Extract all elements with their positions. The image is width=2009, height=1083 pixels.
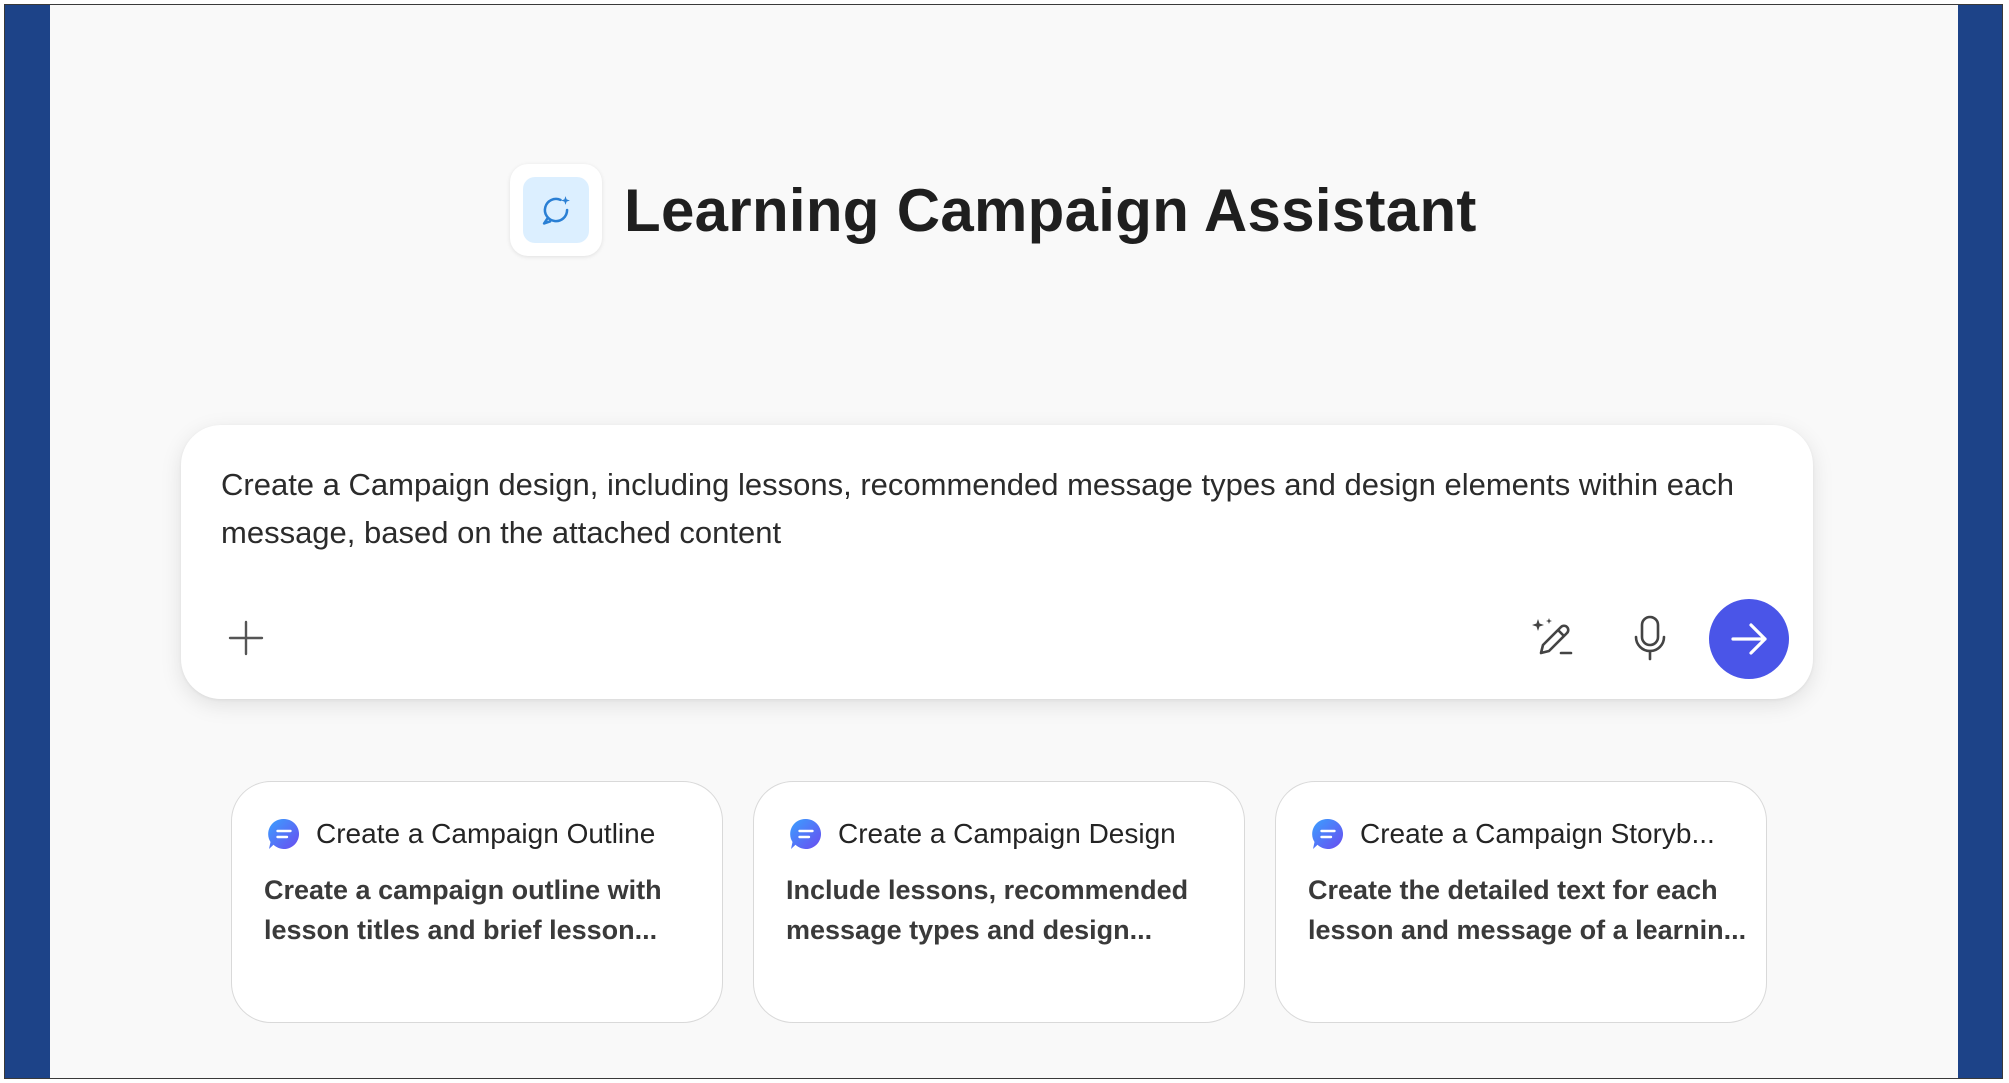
suggestion-card-design[interactable]: Create a Campaign Design Include lessons…: [753, 781, 1245, 1023]
magic-pen-icon: [1532, 618, 1573, 655]
suggestion-cards: Create a Campaign Outline Create a campa…: [231, 781, 1767, 1023]
enhance-prompt-button[interactable]: [1523, 609, 1581, 667]
chat-bubble-icon: [790, 818, 822, 849]
prompt-composer: Create a Campaign design, including less…: [181, 425, 1813, 699]
suggestion-card-header: Create a Campaign Storyb...: [1310, 816, 1715, 852]
suggestion-card-title: Create a Campaign Storyb...: [1360, 818, 1715, 849]
assistant-sparkle-icon: [523, 177, 589, 243]
suggestion-card-description: Create a campaign outline with lesson ti…: [264, 875, 662, 945]
left-accent-bar: [5, 5, 50, 1078]
suggestion-card-storyboard[interactable]: Create a Campaign Storyb... Create the d…: [1275, 781, 1767, 1023]
chat-bubble-icon: [1312, 818, 1344, 849]
right-accent-bar: [1958, 5, 2002, 1078]
suggestion-card-title: Create a Campaign Design: [838, 818, 1176, 849]
chat-bubble-icon: [268, 818, 300, 849]
app-header: Learning Campaign Assistant: [510, 160, 1477, 260]
app-logo: [510, 164, 602, 256]
suggestion-card-header: Create a Campaign Design: [788, 816, 1176, 852]
suggestion-card-outline[interactable]: Create a Campaign Outline Create a campa…: [231, 781, 723, 1023]
add-attachment-button[interactable]: [221, 613, 271, 663]
page-title: Learning Campaign Assistant: [624, 176, 1477, 244]
slide-frame: Learning Campaign Assistant Create a Cam…: [4, 4, 2003, 1079]
send-button[interactable]: [1709, 599, 1789, 679]
prompt-input[interactable]: Create a Campaign design, including less…: [221, 461, 1781, 557]
microphone-icon: [1634, 615, 1666, 661]
suggestion-card-header: Create a Campaign Outline: [266, 816, 655, 852]
suggestion-card-description: Create the detailed text for each lesson…: [1308, 875, 1747, 945]
plus-icon: [228, 620, 264, 656]
suggestion-card-description: Include lessons, recommended message typ…: [786, 875, 1189, 945]
arrow-right-icon: [1731, 623, 1767, 655]
microphone-button[interactable]: [1621, 609, 1679, 667]
suggestion-card-title: Create a Campaign Outline: [316, 818, 656, 849]
